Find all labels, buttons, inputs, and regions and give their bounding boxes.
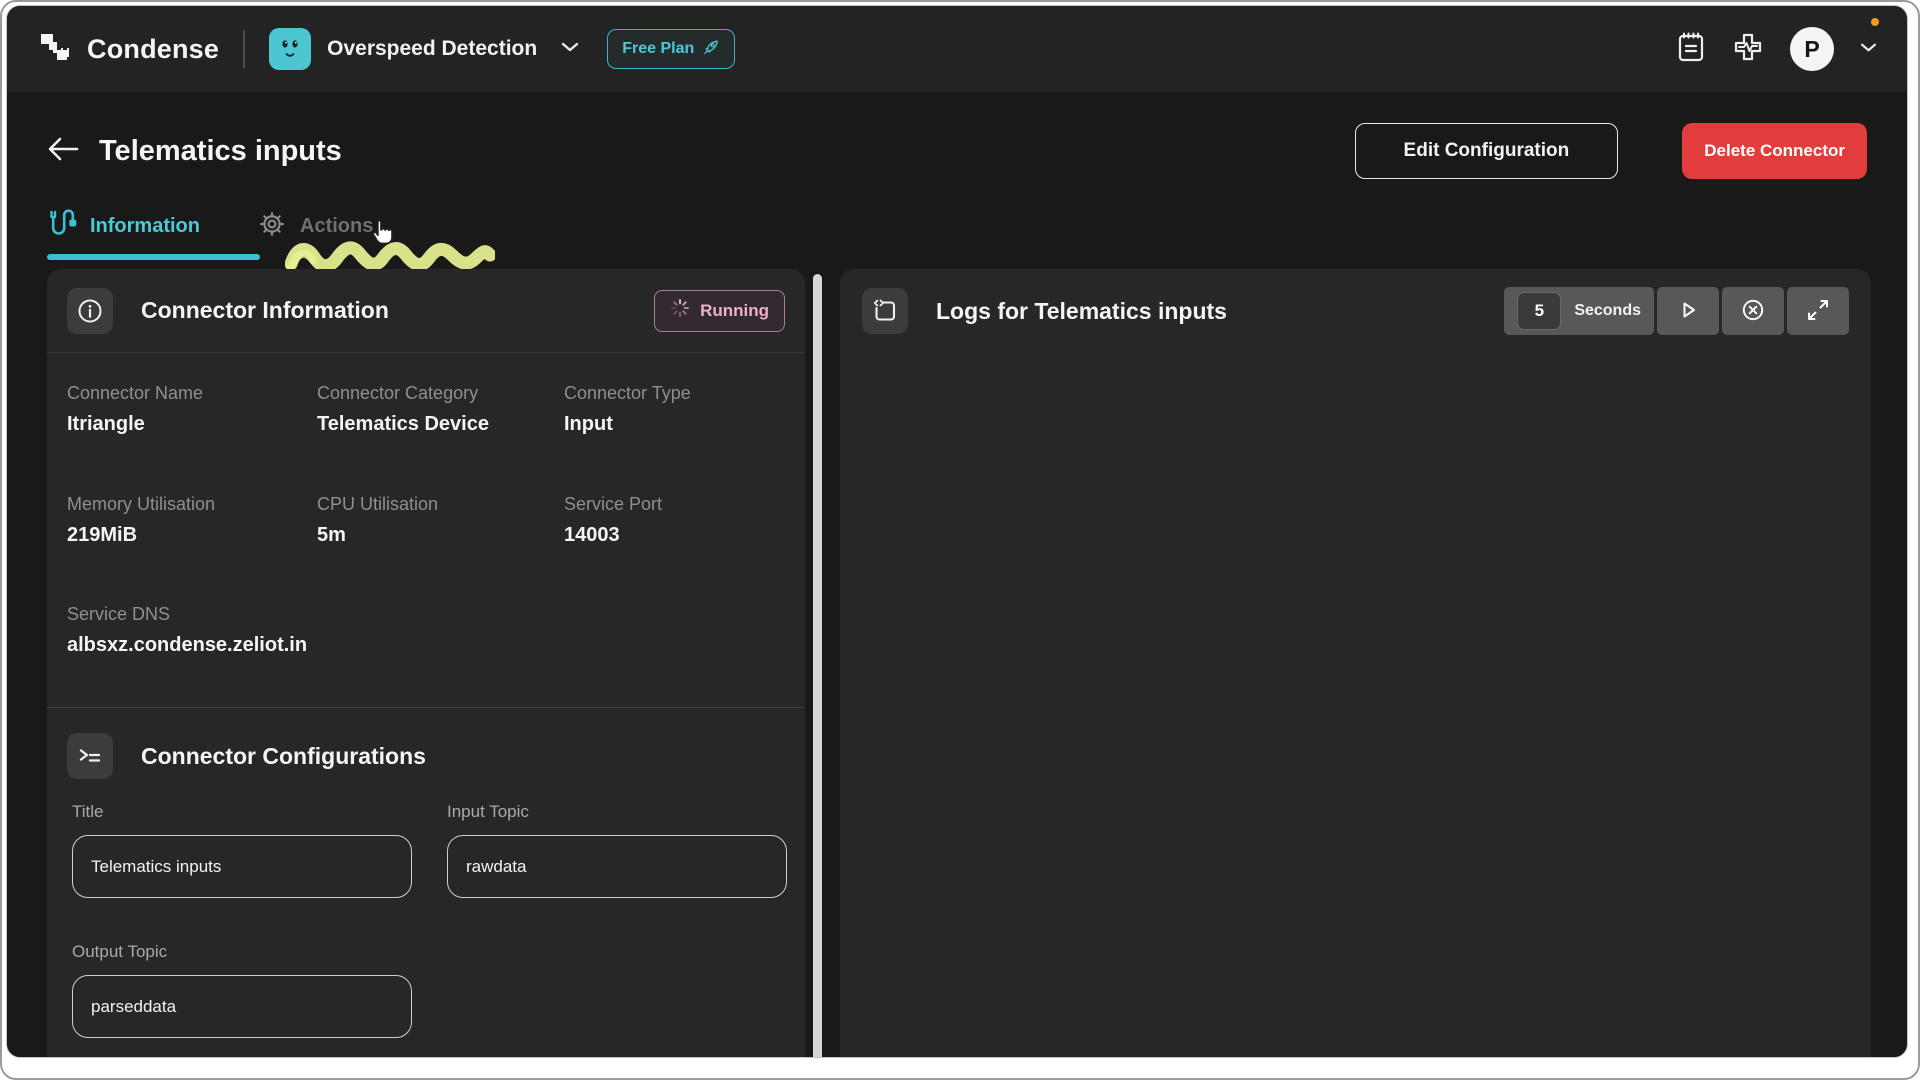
avatar[interactable]: P	[1790, 27, 1834, 71]
health-cross-icon[interactable]	[1732, 31, 1764, 68]
title-input[interactable]	[72, 835, 412, 898]
edit-configuration-button[interactable]: Edit Configuration	[1355, 123, 1619, 179]
connector-info-card: Connector Information Running Connector …	[47, 269, 805, 1058]
input-topic-field-group: Input Topic	[447, 802, 787, 898]
interval-value-input[interactable]: 5	[1517, 292, 1561, 330]
expand-icon	[1805, 297, 1831, 326]
title-field-group: Title	[72, 802, 412, 898]
connection-icon	[47, 208, 77, 245]
section-divider	[47, 707, 805, 708]
gear-icon	[257, 209, 287, 244]
plan-badge[interactable]: Free Plan	[607, 29, 735, 69]
brand-name: Condense	[87, 34, 219, 65]
active-tab-underline	[47, 254, 260, 260]
spinner-icon	[670, 298, 690, 323]
cancel-icon	[1740, 297, 1766, 326]
chevron-down-icon[interactable]	[1860, 40, 1877, 58]
title-field-label: Title	[72, 802, 412, 822]
play-logs-button[interactable]	[1657, 287, 1719, 335]
field-service-dns: Service DNS albsxz.condense.zeliot.in	[47, 547, 805, 657]
project-switcher[interactable]: Overspeed Detection	[269, 28, 579, 70]
field-connector-category: Connector Category Telematics Device	[317, 383, 564, 436]
topbar-actions: P	[1676, 27, 1877, 71]
status-label: Running	[700, 301, 769, 321]
log-controls: 5 Seconds	[1504, 287, 1849, 335]
back-arrow-icon[interactable]	[47, 136, 79, 167]
condense-logo-icon	[37, 29, 73, 70]
logs-title: Logs for Telematics inputs	[936, 298, 1227, 325]
page-header: Telematics inputs Edit Configuration Del…	[47, 122, 1867, 180]
field-cpu-utilisation: CPU Utilisation 5m	[317, 494, 564, 547]
tab-information-label: Information	[90, 215, 200, 238]
tab-actions[interactable]: Actions	[257, 204, 373, 260]
notification-dot	[1871, 18, 1879, 26]
connector-info-header: Connector Information Running	[47, 269, 805, 353]
status-badge: Running	[654, 290, 785, 332]
output-topic-field-group: Output Topic	[72, 942, 412, 1038]
brand: Condense	[37, 29, 219, 70]
field-memory-utilisation: Memory Utilisation 219MiB	[67, 494, 317, 547]
play-icon	[1675, 297, 1701, 326]
divider	[243, 30, 245, 68]
connector-info-title: Connector Information	[141, 297, 389, 324]
app-window: Condense Overspeed Detection Free Plan	[6, 5, 1908, 1058]
interval-unit-label: Seconds	[1574, 302, 1641, 320]
tab-bar: Information Actions	[47, 204, 1867, 260]
tab-actions-label: Actions	[300, 215, 373, 238]
connector-fields: Connector Name Itriangle Connector Categ…	[47, 353, 805, 547]
info-icon	[67, 288, 113, 334]
field-connector-type: Connector Type Input	[564, 383, 785, 436]
input-topic-input[interactable]	[447, 835, 787, 898]
clipboard-icon[interactable]	[1676, 31, 1706, 68]
logs-header: Logs for Telematics inputs 5 Seconds	[840, 269, 1871, 353]
tab-information[interactable]: Information	[47, 204, 200, 260]
code-logs-icon	[862, 288, 908, 334]
rocket-icon	[703, 38, 720, 60]
main-content: Connector Information Running Connector …	[7, 269, 1907, 1058]
list-config-icon	[67, 733, 113, 779]
input-topic-field-label: Input Topic	[447, 802, 787, 822]
expand-logs-button[interactable]	[1787, 287, 1849, 335]
page-title: Telematics inputs	[99, 135, 342, 168]
logs-body	[840, 353, 1871, 1053]
project-face-icon	[269, 28, 311, 70]
connector-config-title: Connector Configurations	[141, 743, 426, 770]
plan-label: Free Plan	[622, 40, 694, 58]
output-topic-input[interactable]	[72, 975, 412, 1038]
left-panel-scrollbar[interactable]	[813, 274, 822, 1058]
output-topic-field-label: Output Topic	[72, 942, 412, 962]
field-service-port: Service Port 14003	[564, 494, 785, 547]
logs-card: Logs for Telematics inputs 5 Seconds	[840, 269, 1871, 1058]
connector-config-form: Title Input Topic Output Topic	[47, 798, 805, 1038]
topbar: Condense Overspeed Detection Free Plan	[7, 6, 1907, 92]
connector-config-header: Connector Configurations	[47, 714, 805, 798]
stop-logs-button[interactable]	[1722, 287, 1784, 335]
delete-connector-button[interactable]: Delete Connector	[1682, 123, 1867, 179]
project-name: Overspeed Detection	[327, 37, 537, 61]
chevron-down-icon	[561, 40, 579, 58]
field-connector-name: Connector Name Itriangle	[67, 383, 317, 436]
refresh-interval-control[interactable]: 5 Seconds	[1504, 287, 1654, 335]
